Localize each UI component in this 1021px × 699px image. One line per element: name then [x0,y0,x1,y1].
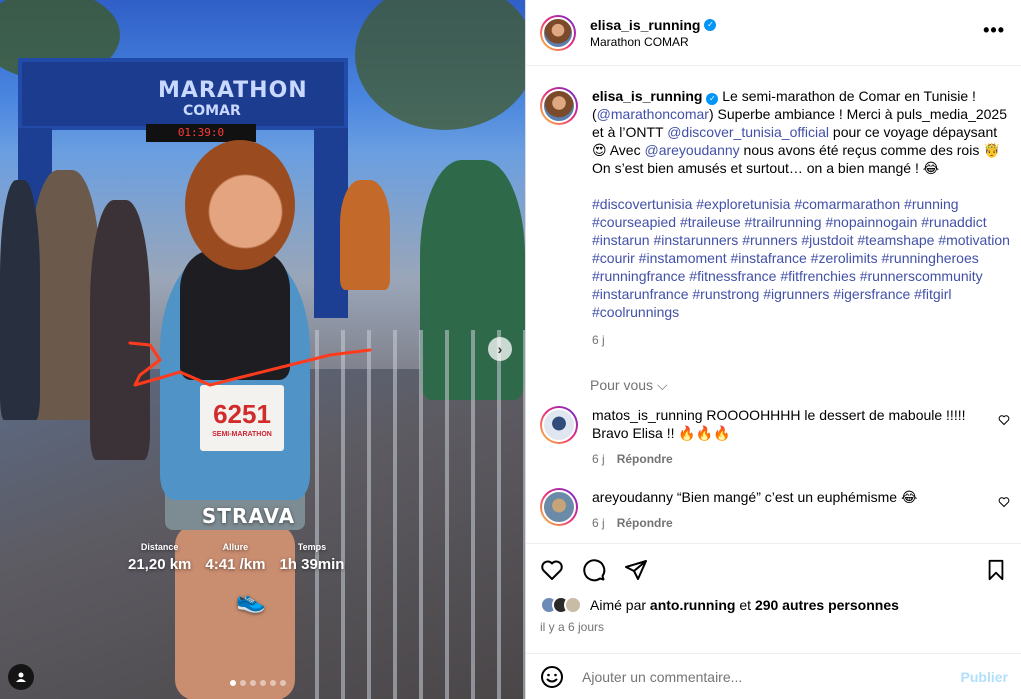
post-actions: Aimé par anto.running et 290 autres pers… [526,543,1021,655]
share-paper-plane-icon[interactable] [624,558,648,582]
stat-distance: Distance 21,20 km [128,542,192,573]
add-comment-bar: Publier [526,653,1021,699]
post-timestamp: il y a 6 jours [540,620,605,634]
carousel-dot [260,680,266,686]
post-panel: elisa_is_running ✓ Marathon COMAR ••• el… [525,0,1021,699]
strava-logo: STRAVA [201,504,296,528]
comment-bubble-icon[interactable] [582,558,606,582]
comment-like-heart-icon[interactable] [998,496,1010,511]
carousel-dot [230,680,236,686]
comment-item: matos_is_running ROOOOHHHH le dessert de… [526,406,1021,468]
shoe-icon: 👟 [236,587,266,614]
mention-link[interactable]: @areyoudanny [644,142,739,158]
strava-stats: Distance 21,20 km Allure 4:41 /km Temps … [128,542,344,573]
comments-scroll-area[interactable]: elisa_is_running ✓ Le semi-marathon de C… [526,67,1021,543]
publish-button[interactable]: Publier [961,669,1008,685]
author-username[interactable]: elisa_is_running ✓ [590,17,717,33]
carousel-dots [230,680,286,686]
caption-username[interactable]: elisa_is_running [592,88,702,104]
carousel-dot [280,680,286,686]
tagged-users-icon[interactable] [8,664,34,690]
caption-time: 6 j [592,333,605,347]
chevron-down-icon: ⌵ [656,377,668,393]
comment-time: 6 j [592,452,605,466]
commenter-avatar[interactable] [540,488,578,526]
liker-avatar [564,596,582,614]
carousel-dot [240,680,246,686]
post-caption: elisa_is_running ✓ Le semi-marathon de C… [526,67,1021,349]
post-location[interactable]: Marathon COMAR [590,35,716,49]
reply-button[interactable]: Répondre [617,514,673,532]
post-header: elisa_is_running ✓ Marathon COMAR ••• [526,0,1021,66]
comment-username[interactable]: matos_is_running [592,407,703,423]
post-media[interactable]: MARATHON COMAR 01:39:0 6251 SEMI-MARATHO… [0,0,525,699]
verified-badge-icon: ✓ [706,93,719,105]
mention-link[interactable]: @discover_tunisia_official [667,124,829,140]
like-heart-icon[interactable] [540,558,564,582]
reply-button[interactable]: Répondre [617,450,673,468]
stat-time: Temps 1h 39min [279,542,345,573]
liker-username[interactable]: anto.running [650,597,736,613]
author-avatar[interactable] [540,87,578,125]
author-avatar[interactable] [540,14,576,51]
next-image-button[interactable]: › [488,337,512,361]
commenter-avatar[interactable] [540,406,578,444]
more-options-icon[interactable]: ••• [983,20,1005,41]
verified-badge-icon: ✓ [704,18,717,31]
comment-item: areyoudanny “Bien mangé” c’est un euphém… [526,488,1021,532]
comment-username[interactable]: areyoudanny [592,489,673,505]
comment-text: “Bien mangé” c’est un euphémisme 😂 [676,489,918,505]
emoji-icon[interactable] [540,665,564,689]
carousel-dot [270,680,276,686]
stat-pace: Allure 4:41 /km [205,542,266,573]
comment-input[interactable] [582,668,961,685]
likes-count[interactable]: 290 autres personnes [755,597,899,613]
save-bookmark-icon[interactable] [984,558,1008,582]
hashtags[interactable]: #discovertunisia #exploretunisia #comarm… [592,195,1010,321]
mention-link[interactable]: @marathoncomar [597,106,709,122]
comment-time: 6 j [592,516,605,530]
comment-like-heart-icon[interactable] [998,414,1010,429]
likes-summary[interactable]: Aimé par anto.running et 290 autres pers… [526,582,1021,614]
for-you-toggle[interactable]: Pour vous ⌵ [590,377,1021,394]
carousel-dot [250,680,256,686]
